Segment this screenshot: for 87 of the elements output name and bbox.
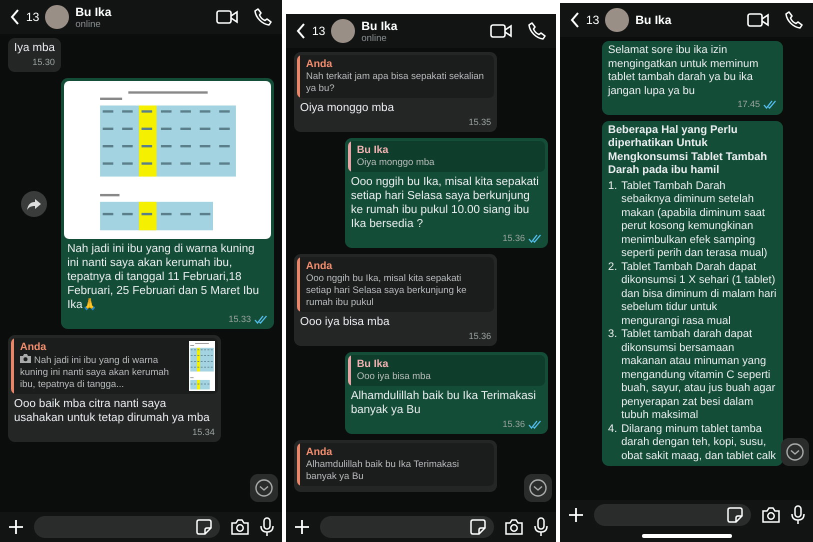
quoted-text: Ooo iya bisa mba: [356, 371, 432, 383]
contact-avatar[interactable]: [45, 5, 70, 29]
camera-icon[interactable]: [761, 507, 781, 523]
message-time: 15.36: [502, 232, 525, 245]
quoted-author: Bu Ika: [356, 144, 390, 157]
phone-icon[interactable]: [254, 8, 272, 26]
list-item-text: Dilarang minum tablet tamba darah dengan teh, kopi, susu, obat sakit maag, dan tablet calk: [621, 422, 777, 463]
phone-icon[interactable]: [785, 11, 803, 29]
chevron-down-icon: [255, 479, 273, 497]
quoted-text: Alhamdulillah baik bu Ika Terimakasi banyak ya Bu: [306, 459, 460, 483]
message-time: 15.33: [228, 313, 251, 326]
back-icon[interactable]: [296, 23, 306, 39]
sticker-icon[interactable]: [727, 507, 743, 523]
scroll-down-button[interactable]: [524, 474, 552, 502]
unread-count[interactable]: 13: [312, 24, 326, 38]
message-text: Alhamdulillah baik bu Ika Terimakasi banyak ya Bu: [350, 389, 537, 417]
message-text: Oiya monggo mba: [299, 101, 395, 115]
message-time: 15.36: [502, 418, 525, 431]
contact-name[interactable]: Bu Ika: [75, 4, 210, 18]
message-input-field[interactable]: [320, 516, 494, 538]
sticker-icon[interactable]: [470, 519, 486, 535]
message-title: Beberapa Hal yang Perlu diperhatikan Untuk Mengkonsumsi Tablet Tambah Darah pada ibu hamil: [607, 124, 768, 178]
message-input-field[interactable]: [594, 504, 751, 526]
message-text: Iya mba: [13, 41, 56, 55]
quoted-message[interactable]: Anda Nah terkait jam apa bisa sepakati sekalian ya bu?: [297, 55, 494, 98]
list-item-text: Tablet Tambah Darah dapat dikonsumsi 1 X sehari (1 tablet) dan bisa diminum di malam hari sebelum tidur untuk mengurangi rasa mual: [621, 260, 777, 328]
phone-icon[interactable]: [528, 22, 546, 40]
quoted-message[interactable]: Anda Ooo nggih bu Ika, misal kita sepakati setiap hari Selasa saya berkunjung ke rumah ibu pukul: [297, 257, 494, 312]
message-text: Ooo baik mba citra nanti saya usahakan untuk tetap dirumah ya mba: [13, 397, 211, 425]
camera-icon[interactable]: [230, 519, 250, 535]
message-text: Ooo iya bisa mba: [299, 315, 390, 329]
list-number: 2.: [608, 260, 618, 274]
message-text: Ooo nggih bu Ika, misal kita sepakati setiap hari Selasa saya berkunjung ke rumah ibu pukul 10.00 siang ibu Ika bersedia ?: [350, 175, 540, 231]
quoted-text: Ooo nggih bu Ika, misal kita sepakati setiap hari Selasa saya berkunjung ke rumah ibu pukul: [306, 273, 468, 309]
list-number: 1.: [608, 180, 618, 194]
quoted-text: Nah terkait jam apa bisa sepakati sekalian ya bu?: [306, 71, 485, 95]
video-camera-icon[interactable]: [747, 12, 769, 28]
quoted-message[interactable]: Bu Ika Oiya monggo mba: [348, 141, 545, 172]
contact-status: online: [75, 18, 102, 30]
chevron-down-icon: [786, 443, 804, 461]
quoted-author: Anda: [306, 58, 334, 71]
quoted-text: Nah jadi ini ibu yang di warna kuning ini nanti saya akan kerumah ibu, tepatnya di tangga...: [20, 354, 170, 391]
microphone-icon[interactable]: [260, 517, 274, 537]
message-time: 15.36: [468, 330, 492, 343]
plus-icon[interactable]: [294, 519, 310, 535]
message-time: 15.34: [192, 426, 215, 439]
unread-count[interactable]: 13: [586, 13, 600, 27]
quoted-author: Anda: [306, 446, 334, 459]
message-time: 17.45: [737, 98, 760, 111]
plus-icon[interactable]: [568, 507, 584, 523]
contact-avatar[interactable]: [331, 19, 356, 43]
back-icon[interactable]: [10, 9, 20, 25]
list-number: 3.: [608, 328, 618, 342]
scroll-down-button[interactable]: [250, 474, 278, 502]
microphone-icon[interactable]: [791, 505, 805, 525]
camera-icon[interactable]: [504, 519, 524, 535]
list-item-text: Tablet tambah darah dapat dikonsumsi bersamaan makanan atau minuman yang mengandung vitamin C seperti buah, sayur, atau jus buah agar penyerapan zat besi dalam tubuh maksimal: [621, 328, 776, 422]
quoted-text: Oiya monggo mba: [356, 157, 436, 169]
message-text: Nah jadi ini ibu yang di warna kuning ini nanti saya akan kerumah ibu, tepatnya di tanggal 11 Februari,18 Februari, 25 Februari dan 5 Maret Ibu Ika🙏: [66, 242, 260, 312]
unread-count[interactable]: 13: [26, 10, 40, 24]
video-camera-icon[interactable]: [490, 23, 512, 39]
message-time: 15.30: [32, 56, 55, 69]
message-input-field[interactable]: [34, 516, 220, 538]
quoted-message[interactable]: Bu Ika Ooo iya bisa mba: [348, 355, 545, 386]
forward-icon[interactable]: [21, 190, 48, 216]
quoted-message[interactable]: Anda Nah jadi ini ibu yang di warna kuning ini nanti saya akan kerumah ibu, tepatnya di tangga...: [11, 338, 218, 394]
plus-icon[interactable]: [8, 519, 24, 535]
quoted-author: Bu Ika: [356, 358, 390, 371]
message-time: 15.35: [468, 116, 492, 129]
camera-icon: [20, 354, 31, 363]
quoted-author: Anda: [20, 341, 48, 354]
contact-status: online: [361, 32, 388, 44]
back-icon[interactable]: [570, 12, 580, 28]
list-number: 4.: [608, 422, 618, 436]
list-item-text: Tablet Tambah Darah sebaiknya diminum setelah makan (apabila diminum saat perut kosong kemungkinan menimbulkan efek samping seperti perih dan terasa mual): [621, 180, 768, 260]
message-text: Selamat sore ibu ika izin mengingatkan untuk meminum tablet tambah darah ya bu ika jangan lupa ya bu: [606, 44, 760, 98]
calendar-document-drawing: [188, 341, 215, 391]
scroll-down-button[interactable]: [781, 438, 809, 466]
quoted-message[interactable]: Anda Alhamdulillah baik bu Ika Terimakasi banyak ya Bu: [297, 443, 494, 486]
contact-avatar[interactable]: [605, 8, 630, 32]
sticker-icon[interactable]: [196, 519, 212, 535]
contact-name[interactable]: Bu Ika: [361, 18, 484, 32]
video-camera-icon[interactable]: [216, 9, 238, 25]
microphone-icon[interactable]: [534, 517, 548, 537]
contact-name[interactable]: Bu Ika: [635, 13, 741, 27]
chevron-down-icon: [529, 479, 547, 497]
quoted-author: Anda: [306, 260, 334, 273]
